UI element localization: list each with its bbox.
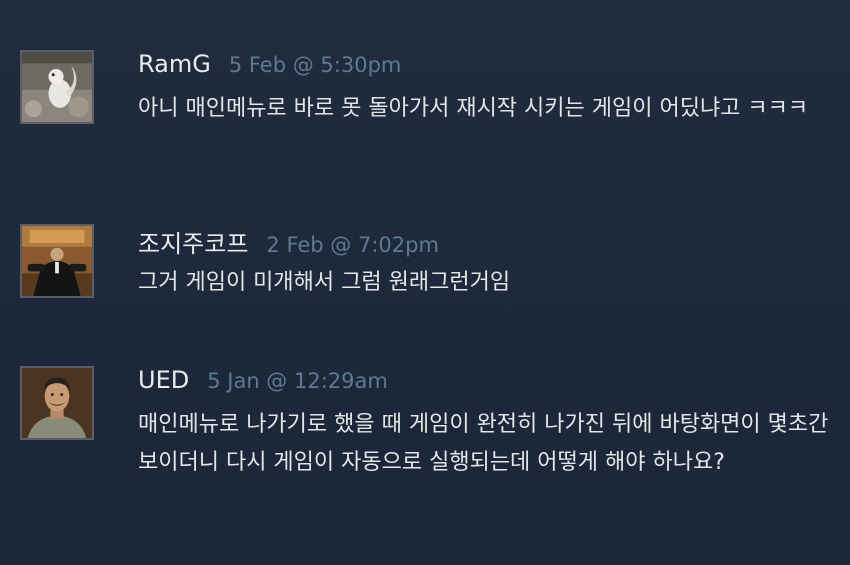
comment-timestamp: 5 Feb @ 5:30pm [228,53,402,77]
comment-timestamp: 2 Feb @ 7:02pm [266,233,439,257]
comment-text: 아니 매인메뉴로 바로 못 돌아가서 재시작 시키는 게임이 어딨냐고 ㅋㅋㅋ [138,96,809,121]
comment-author[interactable]: RamG [138,50,211,78]
comment-text: 그거 게임이 미개해서 그럼 원래그런거임 [138,270,511,295]
suited-figure-avatar-icon[interactable] [20,224,94,298]
comment-author[interactable]: UED [138,366,189,394]
comment-text: 매인메뉴로 나가기로 했을 때 게임이 완전히 나가진 뒤에 바탕화면이 몇초간… [138,412,829,475]
comment-author[interactable]: 조지주코프 [138,224,248,259]
comment-timestamp: 5 Jan @ 12:29am [207,369,388,393]
portrait-avatar-icon[interactable] [20,366,94,440]
squirrel-avatar-icon[interactable] [20,50,94,124]
